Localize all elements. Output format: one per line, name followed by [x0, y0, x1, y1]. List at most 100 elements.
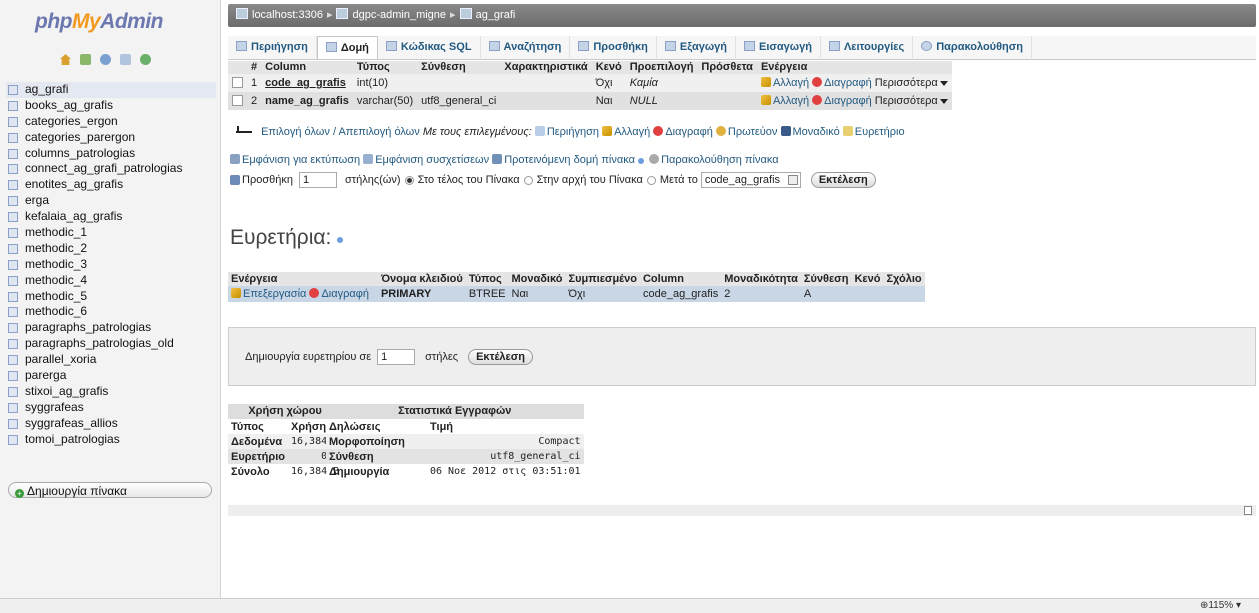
radio-at-beginning[interactable] — [523, 175, 533, 185]
sidebar-item-syggrafeas-allios[interactable]: syggrafeas_allios — [6, 416, 216, 432]
table-icon[interactable] — [8, 402, 18, 413]
change-link[interactable]: Αλλαγή — [760, 77, 809, 89]
drop-link[interactable]: Διαγραφή — [812, 95, 872, 107]
drop-link[interactable]: Διαγραφή — [812, 77, 872, 89]
bulk-unique[interactable]: Μοναδικό — [780, 126, 840, 138]
tab-operations[interactable]: Λειτουργίες — [821, 36, 914, 58]
sidebar-item-ag-grafi[interactable]: ag_grafi — [6, 82, 216, 98]
table-icon[interactable] — [8, 370, 18, 381]
row-checkbox[interactable] — [232, 76, 243, 88]
table-icon[interactable] — [8, 227, 18, 238]
table-icon[interactable] — [8, 259, 18, 270]
sql-query-icon[interactable] — [100, 54, 111, 65]
sidebar-item-methodic-3[interactable]: methodic_3 — [6, 257, 216, 273]
table-icon[interactable] — [8, 148, 18, 159]
sidebar-item-books-ag-grafis[interactable]: books_ag_grafis — [6, 98, 216, 114]
sidebar-item-parerga[interactable]: parerga — [6, 368, 216, 384]
more-dropdown[interactable]: Περισσότερα — [875, 77, 948, 89]
sidebar-item-enotites-ag-grafis[interactable]: enotites_ag_grafis — [6, 177, 216, 193]
zoom-level[interactable]: 115% — [1208, 600, 1233, 611]
sidebar-item-methodic-4[interactable]: methodic_4 — [6, 273, 216, 289]
column-count-input[interactable]: 1 — [298, 172, 337, 188]
breadcrumb-table[interactable]: ag_grafi — [476, 9, 516, 21]
sidebar-item-methodic-1[interactable]: methodic_1 — [6, 225, 216, 241]
bulk-browse[interactable]: Περιήγηση — [534, 126, 599, 138]
table-icon[interactable] — [8, 434, 18, 445]
table-icon[interactable] — [8, 339, 18, 350]
tab-structure[interactable]: Δομή — [316, 36, 378, 59]
chevron-down-icon[interactable]: ▾ — [1236, 600, 1241, 611]
help-icon[interactable] — [337, 237, 344, 243]
table-icon[interactable] — [8, 275, 18, 286]
documentation-icon[interactable] — [120, 54, 131, 65]
sidebar-item-parallel-xoria[interactable]: parallel_xoria — [6, 352, 216, 368]
index-drop-link[interactable]: Διαγραφή — [309, 288, 369, 300]
tab-sql[interactable]: Κώδικας SQL — [378, 36, 481, 58]
radio-at-end[interactable] — [404, 175, 414, 185]
radio-after[interactable] — [646, 175, 656, 185]
page-icon[interactable] — [1244, 506, 1252, 515]
sidebar-item-paragraphs-patrologias[interactable]: paragraphs_patrologias — [6, 320, 216, 336]
table-icon[interactable] — [8, 291, 18, 302]
bulk-primary[interactable]: Πρωτεύον — [715, 126, 777, 138]
sidebar-item-paragraphs-patrologias-old[interactable]: paragraphs_patrologias_old — [6, 336, 216, 352]
tab-tracking[interactable]: Παρακολούθηση — [913, 36, 1032, 58]
table-icon[interactable] — [8, 243, 18, 254]
create-index-go-button[interactable]: Εκτέλεση — [468, 348, 534, 365]
table-icon[interactable] — [8, 212, 18, 223]
index-edit-link[interactable]: Επεξεργασία — [231, 288, 306, 300]
relation-view-link[interactable]: Εμφάνιση συσχετίσεων — [363, 154, 489, 166]
table-icon[interactable] — [8, 132, 18, 143]
table-icon[interactable] — [8, 386, 18, 397]
sidebar-item-categories-ergon[interactable]: categories_ergon — [6, 114, 216, 130]
sidebar-item-tomoi-patrologias[interactable]: tomoi_patrologias — [6, 432, 216, 448]
sidebar-item-columns-patrologias[interactable]: columns_patrologias — [6, 146, 216, 162]
column-name[interactable]: code_ag_grafis — [265, 77, 346, 89]
sidebar-item-methodic-5[interactable]: methodic_5 — [6, 289, 216, 305]
table-icon[interactable] — [8, 180, 18, 191]
tab-browse[interactable]: Περιήγηση — [228, 36, 317, 58]
reload-icon[interactable] — [140, 54, 151, 65]
sidebar-item-categories-parergon[interactable]: categories_parergon — [6, 130, 216, 146]
bulk-change[interactable]: Αλλαγή — [602, 126, 650, 138]
after-field-select[interactable]: code_ag_grafis — [700, 172, 801, 188]
tab-search[interactable]: Αναζήτηση — [481, 36, 571, 58]
bulk-drop[interactable]: Διαγραφή — [653, 126, 713, 138]
home-icon[interactable] — [60, 54, 71, 65]
breadcrumb-server[interactable]: localhost:3306 — [252, 9, 323, 21]
table-icon[interactable] — [8, 100, 18, 111]
table-icon[interactable] — [8, 116, 18, 127]
sidebar-item-connect-ag-grafi-patrologias[interactable]: connect_ag_grafi_patrologias — [6, 161, 216, 177]
table-icon[interactable] — [8, 323, 18, 334]
table-icon[interactable] — [8, 418, 18, 429]
breadcrumb-database[interactable]: dgpc-admin_migne — [352, 9, 446, 21]
sidebar-item-methodic-6[interactable]: methodic_6 — [6, 304, 216, 320]
tab-import[interactable]: Εισαγωγή — [736, 36, 821, 58]
bulk-index[interactable]: Ευρετήριο — [842, 126, 905, 138]
tab-insert[interactable]: Προσθήκη — [570, 36, 657, 58]
more-dropdown[interactable]: Περισσότερα — [875, 95, 948, 107]
table-icon[interactable] — [8, 355, 18, 366]
column-name[interactable]: name_ag_grafis — [265, 95, 349, 107]
sidebar-item-methodic-2[interactable]: methodic_2 — [6, 241, 216, 257]
row-checkbox[interactable] — [232, 94, 243, 106]
sidebar-item-kefalaia-ag-grafis[interactable]: kefalaia_ag_grafis — [6, 209, 216, 225]
table-icon[interactable] — [8, 196, 18, 207]
propose-structure-link[interactable]: Προτεινόμενη δομή πίνακα — [492, 154, 635, 166]
table-icon[interactable] — [8, 84, 18, 95]
select-all-link[interactable]: Επιλογή όλων / Απεπιλογή όλων — [261, 126, 420, 138]
change-link[interactable]: Αλλαγή — [760, 95, 809, 107]
phpmyadmin-logo[interactable]: phpMyAdmin — [35, 10, 163, 34]
tab-export[interactable]: Εξαγωγή — [657, 36, 736, 58]
index-columns-input[interactable]: 1 — [377, 348, 416, 365]
sidebar-item-stixoi-ag-grafis[interactable]: stixoi_ag_grafis — [6, 384, 216, 400]
sidebar-item-erga[interactable]: erga — [6, 193, 216, 209]
table-icon[interactable] — [8, 164, 18, 175]
sidebar-item-syggrafeas[interactable]: syggrafeas — [6, 400, 216, 416]
table-icon[interactable] — [8, 307, 18, 318]
help-icon[interactable] — [638, 158, 645, 164]
add-column-go-button[interactable]: Εκτέλεση — [810, 172, 876, 188]
create-table-button[interactable]: + Δημιουργία πίνακα — [8, 482, 212, 498]
logout-icon[interactable] — [80, 54, 91, 65]
print-view-link[interactable]: Εμφάνιση για εκτύπωση — [230, 154, 360, 166]
